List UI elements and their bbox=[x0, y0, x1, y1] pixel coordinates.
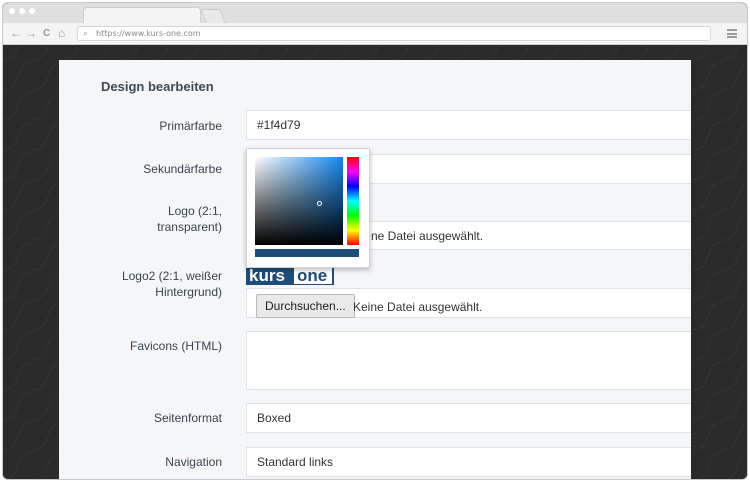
logo2-preview: kurs one bbox=[246, 265, 334, 285]
maximize-window-icon[interactable] bbox=[29, 8, 35, 14]
minimize-window-icon[interactable] bbox=[19, 8, 25, 14]
saturation-area[interactable] bbox=[255, 157, 343, 245]
address-url[interactable]: https://www.kurs-one.com bbox=[96, 28, 201, 40]
window-controls bbox=[9, 8, 35, 14]
logo2-label: Logo2 (2:1, weißer Hintergrund) bbox=[121, 269, 222, 299]
new-tab-button[interactable] bbox=[200, 9, 226, 23]
logo2-preview-text-accent: one bbox=[294, 267, 332, 284]
browser-toolbar: ← → C ⌂ ⌕ https://www.kurs-one.com bbox=[3, 23, 747, 45]
browse-button[interactable]: Durchsuchen... bbox=[256, 294, 355, 318]
color-picker-popup bbox=[246, 148, 370, 268]
hue-slider[interactable] bbox=[347, 157, 359, 245]
favicons-label: Favicons (HTML) bbox=[129, 339, 222, 353]
back-arrow-icon[interactable]: ← bbox=[10, 26, 22, 40]
tab-strip bbox=[3, 3, 747, 23]
address-bar[interactable]: ⌕ https://www.kurs-one.com bbox=[77, 26, 711, 41]
primary-color-input[interactable]: #1f4d79 bbox=[246, 110, 691, 140]
page-title: Design bearbeiten bbox=[101, 79, 214, 94]
navigation-select[interactable]: Standard links bbox=[246, 447, 691, 477]
color-preview-swatch bbox=[255, 249, 359, 257]
hamburger-menu-icon[interactable] bbox=[727, 29, 737, 38]
home-icon[interactable]: ⌂ bbox=[58, 26, 65, 40]
browser-window: ← → C ⌂ ⌕ https://www.kurs-one.com Desig… bbox=[2, 2, 748, 480]
logo-file-status: ne Datei ausgewählt. bbox=[371, 229, 484, 243]
close-window-icon[interactable] bbox=[9, 8, 15, 14]
search-icon: ⌕ bbox=[83, 28, 89, 38]
logo-label: Logo (2:1, transparent) bbox=[157, 204, 222, 234]
page-viewport: Design bearbeiten Primärfarbe #1f4d79 Se… bbox=[3, 46, 747, 479]
design-panel: Design bearbeiten Primärfarbe #1f4d79 Se… bbox=[59, 60, 691, 479]
logo2-file-field: Durchsuchen... Keine Datei ausgewählt. bbox=[246, 288, 691, 318]
page-format-label: Seitenformat bbox=[153, 411, 222, 425]
logo2-preview-text: kurs bbox=[249, 266, 285, 285]
favicons-textarea[interactable] bbox=[246, 331, 691, 390]
browser-tab[interactable] bbox=[83, 7, 201, 23]
page-format-select[interactable]: Boxed bbox=[246, 403, 691, 433]
primary-color-label: Primärfarbe bbox=[159, 119, 222, 133]
secondary-color-label: Sekundärfarbe bbox=[143, 162, 222, 176]
logo2-file-status: Keine Datei ausgewählt. bbox=[353, 300, 483, 314]
forward-arrow-icon[interactable]: → bbox=[25, 26, 37, 40]
reload-icon[interactable]: C bbox=[43, 27, 50, 41]
saturation-cursor[interactable] bbox=[317, 201, 322, 206]
navigation-label: Navigation bbox=[165, 455, 222, 469]
